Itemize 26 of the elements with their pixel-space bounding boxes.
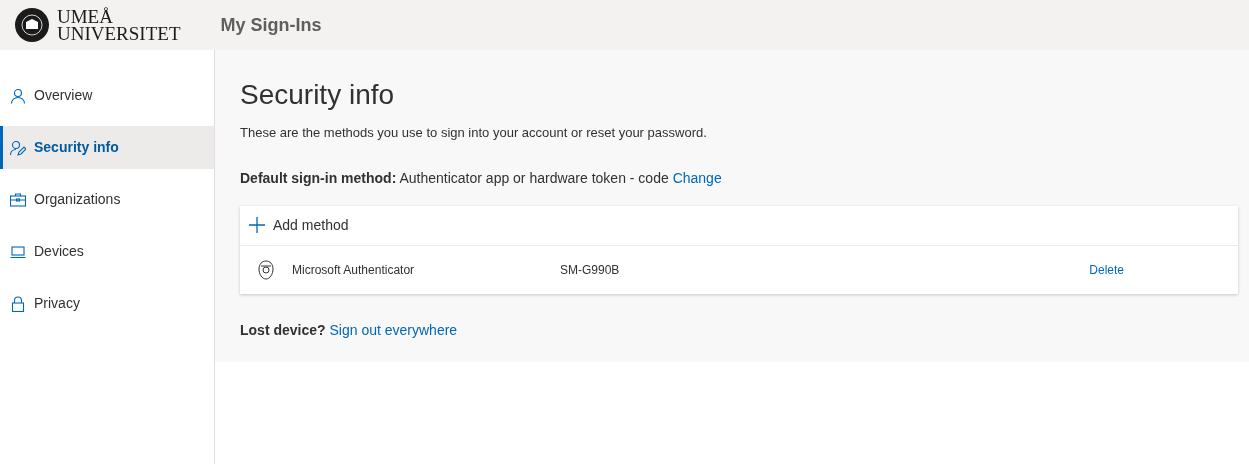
person-icon [10,87,26,104]
page-title: Security info [240,78,396,112]
nav-item[interactable]: Privacy [0,282,214,325]
nav-item[interactable]: Security info [0,126,214,169]
laptop-icon [10,243,26,260]
briefcase-icon [10,191,26,208]
description: These are the methods you use to sign into your account or reset your password. [240,124,708,142]
university-seal-icon [15,8,49,42]
add-method-button[interactable]: Add method [240,205,1238,246]
person-pencil-icon [10,139,26,156]
lock-icon [10,295,26,312]
plus-icon [249,217,265,233]
logo-text: UNIVERSITET [57,25,181,42]
method-name: Microsoft Authenticator [292,261,416,279]
sign-out-link[interactable]: Sign out everywhere [329,321,458,338]
device-name: SM-G990B [560,261,621,279]
change-link[interactable]: Change [672,169,722,186]
nav-item[interactable]: Devices [0,230,214,273]
app-title: My Sign-Ins [220,13,322,37]
authenticator-icon [258,259,274,280]
default-method-text: Default sign-in method: Authenticator app or hardware token - code Change [240,168,723,188]
nav-item[interactable]: Overview [0,74,214,117]
nav-item[interactable]: Organizations [0,178,214,221]
delete-link[interactable]: Delete [1089,260,1124,279]
lost-device-text: Lost device? Sign out everywhere [240,320,459,340]
logo-text: UMEÅ [57,8,114,25]
